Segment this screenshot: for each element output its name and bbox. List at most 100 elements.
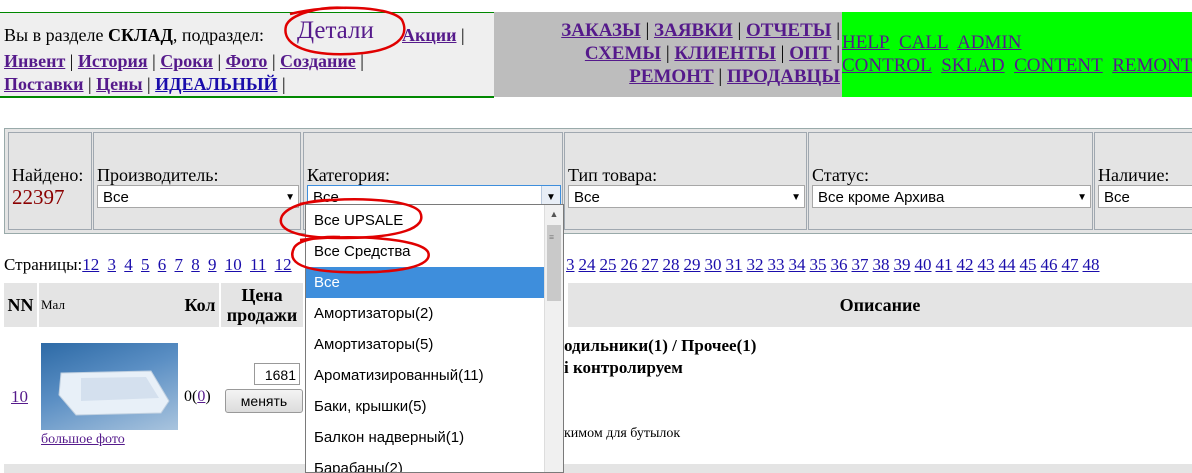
- dropdown-option[interactable]: Все: [306, 267, 544, 298]
- nav-link-history[interactable]: История: [78, 51, 148, 71]
- status-label: Статус:: [812, 165, 869, 185]
- page-link[interactable]: 31: [726, 255, 743, 274]
- page-link[interactable]: 9: [208, 255, 217, 274]
- status-cell: Статус: Все кроме Архива ▼: [808, 132, 1093, 230]
- nav-link-idealnyi[interactable]: ИДЕАЛЬНЫЙ: [155, 74, 277, 94]
- page-link[interactable]: 6: [158, 255, 167, 274]
- page-link[interactable]: 27: [642, 255, 659, 274]
- nav-link-foto[interactable]: Фото: [226, 51, 268, 71]
- page-link[interactable]: 12: [82, 255, 99, 274]
- page-link[interactable]: 3: [566, 255, 575, 274]
- chevron-down-icon: ▼: [285, 192, 295, 203]
- dropdown-option[interactable]: Все Средства: [306, 236, 544, 267]
- page-link[interactable]: 34: [789, 255, 806, 274]
- page-link[interactable]: 25: [600, 255, 617, 274]
- status-select[interactable]: Все кроме Архива ▼: [812, 185, 1091, 208]
- top-header: Вы в разделе СКЛАД, подраздел: Детали Ак…: [0, 12, 1192, 98]
- page-link[interactable]: 11: [250, 255, 266, 274]
- nav-link-sroki[interactable]: Сроки: [160, 51, 213, 71]
- admin-nav-remont[interactable]: REMONT: [1112, 55, 1192, 76]
- price-input[interactable]: 1681: [254, 363, 300, 385]
- col-qty: Кол: [181, 283, 219, 327]
- page-link[interactable]: 44: [999, 255, 1016, 274]
- page-link[interactable]: 32: [747, 255, 764, 274]
- main-nav-sellers[interactable]: ПРОДАВЦЫ: [727, 66, 840, 87]
- col-price: Цена продажи: [221, 283, 303, 327]
- page-link[interactable]: 48: [1083, 255, 1100, 274]
- page-link[interactable]: 28: [663, 255, 680, 274]
- page-link[interactable]: 4: [124, 255, 133, 274]
- page-link[interactable]: 38: [873, 255, 890, 274]
- page-link[interactable]: 30: [705, 255, 722, 274]
- chevron-down-icon: ▼: [791, 192, 801, 203]
- type-label: Тип товара:: [568, 165, 658, 185]
- page-link[interactable]: 8: [191, 255, 200, 274]
- main-nav-repair[interactable]: РЕМОНТ: [629, 66, 713, 87]
- nav-link-create[interactable]: Создание: [280, 51, 356, 71]
- nav-link-akcii[interactable]: Акции: [402, 25, 456, 45]
- manufacturer-select[interactable]: Все ▼: [97, 185, 299, 208]
- admin-nav-sklad[interactable]: SKLAD: [941, 55, 1004, 76]
- page-link[interactable]: 29: [684, 255, 701, 274]
- nav-link-postavki[interactable]: Поставки: [4, 74, 84, 94]
- admin-nav-help[interactable]: HELP: [842, 32, 890, 53]
- found-label: Найдено:: [12, 165, 84, 185]
- pages-label: Страницы:: [4, 255, 83, 274]
- page-link[interactable]: 40: [915, 255, 932, 274]
- main-nav-opt[interactable]: ОПТ: [789, 43, 831, 64]
- product-image-icon: [58, 370, 170, 416]
- main-nav-schemes[interactable]: СХЕМЫ: [585, 43, 661, 64]
- admin-nav-content[interactable]: CONTENT: [1014, 55, 1103, 76]
- main-nav-clients[interactable]: КЛИЕНТЫ: [674, 43, 776, 64]
- admin-nav-control[interactable]: CONTROL: [842, 55, 932, 76]
- dropdown-option[interactable]: Баки, крышки(5): [306, 391, 544, 422]
- nav-link-invent[interactable]: Инвент: [4, 51, 65, 71]
- product-thumbnail[interactable]: [41, 343, 178, 430]
- admin-nav-admin[interactable]: ADMIN: [957, 32, 1021, 53]
- dropdown-option[interactable]: Ароматизированный(11): [306, 360, 544, 391]
- page-link[interactable]: 41: [936, 255, 953, 274]
- page-link[interactable]: 45: [1020, 255, 1037, 274]
- main-nav-requests[interactable]: ЗАЯВКИ: [654, 20, 733, 41]
- page-link[interactable]: 35: [810, 255, 827, 274]
- change-price-button[interactable]: менять: [225, 389, 303, 413]
- page-link[interactable]: 36: [831, 255, 848, 274]
- desc-line-2: і контролируем: [564, 358, 683, 377]
- dropdown-option[interactable]: Амортизаторы(2): [306, 298, 544, 329]
- manufacturer-value: Все: [103, 189, 129, 206]
- type-select[interactable]: Все ▼: [568, 185, 805, 208]
- dropdown-option[interactable]: Амортизаторы(5): [306, 329, 544, 360]
- qty-close: ): [205, 388, 211, 405]
- admin-nav-call[interactable]: CALL: [899, 32, 949, 53]
- main-nav-reports[interactable]: ОТЧЕТЫ: [746, 20, 831, 41]
- page-link[interactable]: 24: [579, 255, 596, 274]
- page-link[interactable]: 37: [852, 255, 869, 274]
- location-prefix: Вы в разделе: [4, 25, 104, 45]
- page-link[interactable]: 42: [957, 255, 974, 274]
- page-link[interactable]: 5: [141, 255, 150, 274]
- nav-link-ceny[interactable]: Цены: [96, 74, 142, 94]
- page-link[interactable]: 47: [1062, 255, 1079, 274]
- page-link[interactable]: 26: [621, 255, 638, 274]
- big-photo-link[interactable]: большое фото: [41, 432, 125, 448]
- availability-select[interactable]: Все: [1098, 185, 1192, 208]
- dropdown-option[interactable]: Балкон надверный(1): [306, 422, 544, 453]
- section-name: СКЛАД: [108, 25, 173, 45]
- page-link[interactable]: 12: [275, 255, 292, 274]
- page-link[interactable]: 46: [1041, 255, 1058, 274]
- row-number-link[interactable]: 10: [11, 387, 28, 407]
- dropdown-scrollbar[interactable]: ▲ ≡: [544, 205, 563, 472]
- found-count: 22397: [12, 185, 65, 209]
- page-link[interactable]: 10: [225, 255, 242, 274]
- scroll-up-icon[interactable]: ▲: [545, 205, 563, 223]
- dropdown-option[interactable]: Все UPSALE: [306, 205, 544, 236]
- dropdown-option[interactable]: Барабаны(2): [306, 453, 544, 472]
- page-link[interactable]: 43: [978, 255, 995, 274]
- page-link[interactable]: 3: [108, 255, 117, 274]
- availability-cell: Наличие: Все: [1094, 132, 1192, 230]
- main-nav-orders[interactable]: ЗАКАЗЫ: [561, 20, 640, 41]
- category-dropdown-list[interactable]: Все UPSALE Все Средства Все Амортизаторы(2)…: [305, 204, 564, 473]
- page-link[interactable]: 7: [175, 255, 184, 274]
- page-link[interactable]: 33: [768, 255, 785, 274]
- page-link[interactable]: 39: [894, 255, 911, 274]
